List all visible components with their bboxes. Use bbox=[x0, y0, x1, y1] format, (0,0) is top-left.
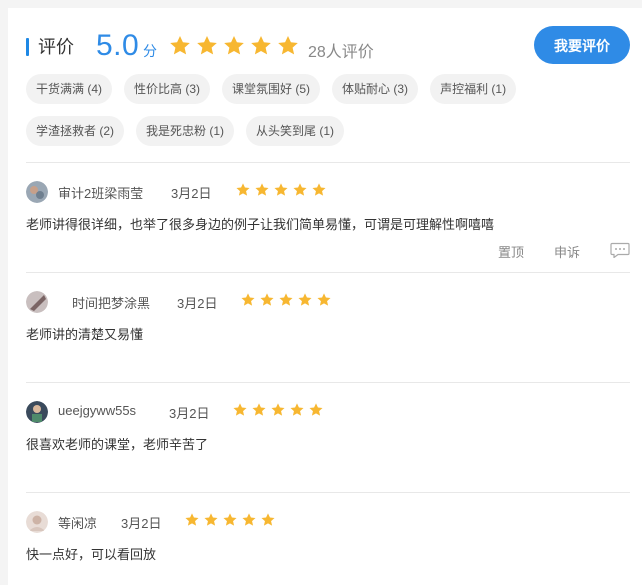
star-icon bbox=[254, 182, 270, 203]
star-icon bbox=[251, 402, 267, 423]
review-item: ueejgyww55s 3月2日 很喜欢老师的课堂，老师辛苦了 bbox=[26, 384, 630, 494]
star-icon bbox=[240, 292, 256, 313]
average-rating-stars bbox=[168, 34, 300, 63]
tag-chip[interactable]: 干货满满 (4) bbox=[26, 74, 113, 104]
divider bbox=[26, 382, 630, 383]
tag-chip[interactable]: 从头笑到尾 (1) bbox=[246, 116, 345, 146]
review-item: 时间把梦涂黑 3月2日 老师讲的清楚又易懂 bbox=[26, 274, 630, 384]
star-icon bbox=[241, 512, 257, 533]
average-score: 5.0 bbox=[96, 29, 140, 62]
avatar[interactable] bbox=[26, 401, 48, 423]
username[interactable]: 审计2班梁雨莹 bbox=[58, 183, 143, 202]
review-rating-stars bbox=[232, 402, 324, 423]
section-title: 评价 bbox=[38, 37, 74, 57]
review-rating-stars bbox=[184, 512, 276, 533]
review-rating-stars bbox=[240, 292, 332, 313]
username[interactable]: 等闲凉 bbox=[58, 513, 97, 532]
tag-chip[interactable]: 课堂氛围好 (5) bbox=[222, 74, 321, 104]
star-icon bbox=[203, 512, 219, 533]
star-icon bbox=[311, 182, 327, 203]
divider bbox=[26, 492, 630, 493]
star-icon bbox=[232, 402, 248, 423]
review-date: 3月2日 bbox=[177, 296, 218, 311]
avatar[interactable] bbox=[26, 181, 48, 203]
star-icon bbox=[308, 402, 324, 423]
reviews-header: 评价 5.0 分 28人评价 我要评价 bbox=[26, 26, 630, 68]
review-item: 等闲凉 3月2日 快一点好，可以看回放 bbox=[26, 494, 630, 585]
tag-list: 干货满满 (4) 性价比高 (3) 课堂氛围好 (5) 体贴耐心 (3) 声控福… bbox=[26, 74, 616, 146]
pin-top-link[interactable]: 置顶 bbox=[498, 242, 524, 261]
star-icon bbox=[289, 402, 305, 423]
star-icon bbox=[292, 182, 308, 203]
star-icon bbox=[168, 34, 192, 63]
star-icon bbox=[235, 182, 251, 203]
review-content: 快一点好，可以看回放 bbox=[26, 547, 157, 562]
tag-chip[interactable]: 学渣拯救者 (2) bbox=[26, 116, 125, 146]
review-actions: 置顶 申诉 bbox=[498, 242, 630, 261]
star-icon bbox=[195, 34, 219, 63]
review-item: 审计2班梁雨莹 3月2日 老师讲得很详细，也举了很多身边的例子让我们简单易懂，可… bbox=[26, 164, 630, 274]
chat-bubble-icon[interactable] bbox=[610, 242, 630, 261]
divider bbox=[26, 162, 630, 163]
tag-chip[interactable]: 体贴耐心 (3) bbox=[332, 74, 419, 104]
star-icon bbox=[249, 34, 273, 63]
star-icon bbox=[222, 512, 238, 533]
avatar[interactable] bbox=[26, 511, 48, 533]
username[interactable]: ueejgyww55s bbox=[58, 403, 136, 418]
review-date: 3月2日 bbox=[169, 406, 210, 421]
review-date: 3月2日 bbox=[121, 516, 162, 531]
username[interactable]: 时间把梦涂黑 bbox=[72, 293, 150, 312]
star-icon bbox=[278, 292, 294, 313]
section-accent-bar bbox=[26, 38, 29, 56]
star-icon bbox=[260, 512, 276, 533]
tag-chip[interactable]: 我是死忠粉 (1) bbox=[136, 116, 235, 146]
review-content: 老师讲的清楚又易懂 bbox=[26, 327, 144, 342]
review-content: 很喜欢老师的课堂，老师辛苦了 bbox=[26, 437, 209, 452]
star-icon bbox=[184, 512, 200, 533]
star-icon bbox=[259, 292, 275, 313]
review-rating-stars bbox=[235, 182, 327, 203]
star-icon bbox=[222, 34, 246, 63]
score-unit: 分 bbox=[143, 43, 157, 59]
star-icon bbox=[273, 182, 289, 203]
review-content: 老师讲得很详细，也举了很多身边的例子让我们简单易懂，可谓是可理解性啊嘻嘻 bbox=[26, 217, 495, 232]
star-icon bbox=[297, 292, 313, 313]
star-icon bbox=[270, 402, 286, 423]
reviews-panel: 评价 5.0 分 28人评价 我要评价 干货满满 (4) 性价比高 (3) 课堂… bbox=[8, 8, 642, 585]
star-icon bbox=[316, 292, 332, 313]
divider bbox=[26, 272, 630, 273]
report-link[interactable]: 申诉 bbox=[554, 242, 580, 261]
review-count: 28人评价 bbox=[308, 44, 374, 61]
star-icon bbox=[276, 34, 300, 63]
avatar[interactable] bbox=[26, 291, 48, 313]
tag-chip[interactable]: 声控福利 (1) bbox=[430, 74, 517, 104]
tag-chip[interactable]: 性价比高 (3) bbox=[124, 74, 211, 104]
review-date: 3月2日 bbox=[171, 186, 212, 201]
write-review-button[interactable]: 我要评价 bbox=[534, 26, 630, 64]
